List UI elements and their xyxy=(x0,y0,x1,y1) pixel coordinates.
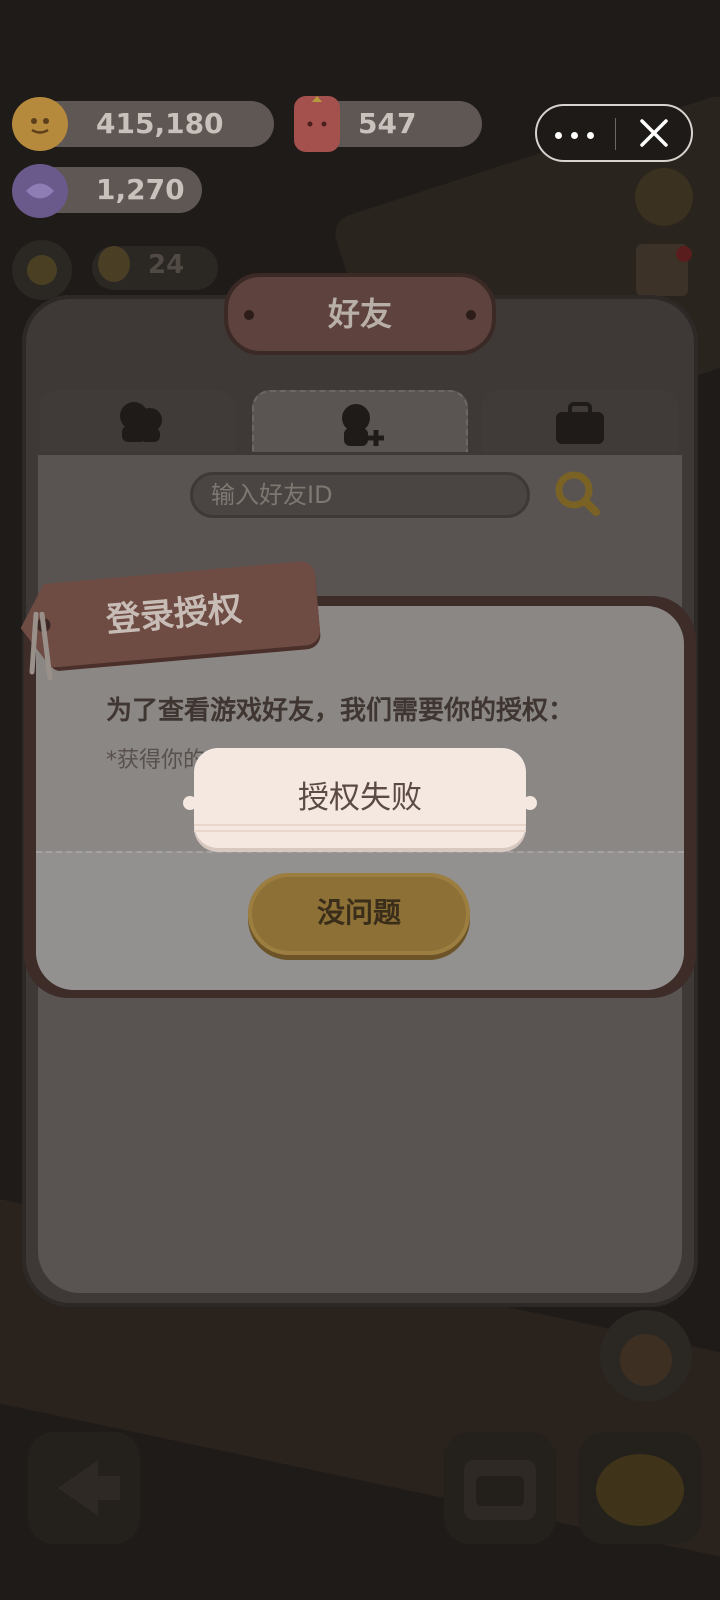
yellow-cookie-icon xyxy=(596,1454,684,1526)
login-dialog-submessage: *获得你的 xyxy=(106,748,206,773)
magnifier-icon[interactable] xyxy=(550,466,604,522)
login-dialog-message: 为了查看游戏好友，我们需要你的授权： xyxy=(106,696,575,726)
gem-candy-icon xyxy=(12,164,68,218)
add-friend-icon xyxy=(342,404,384,446)
duck-counter[interactable]: 24 xyxy=(92,246,218,290)
tab-friends-list[interactable] xyxy=(40,390,236,452)
notification-dot xyxy=(676,246,692,262)
cookie-button[interactable] xyxy=(578,1432,702,1544)
friend-id-placeholder: 输入好友ID xyxy=(211,481,333,509)
tag-string-icon xyxy=(29,612,53,681)
more-dots-icon[interactable] xyxy=(537,106,615,160)
oven-button[interactable] xyxy=(444,1432,556,1544)
system-capsule xyxy=(535,104,693,162)
tab-add-friend[interactable] xyxy=(252,390,468,452)
login-dialog-title: 登录授权 xyxy=(104,588,244,641)
character-avatar[interactable] xyxy=(600,1310,692,1402)
duck-value: 24 xyxy=(148,250,185,280)
gems-value: 1,270 xyxy=(96,173,185,206)
back-button[interactable] xyxy=(28,1432,140,1544)
jelly-candy-icon xyxy=(294,96,340,152)
briefcase-icon xyxy=(556,402,604,444)
character-face-icon xyxy=(620,1334,672,1386)
duck-icon xyxy=(98,246,130,282)
auth-failed-toast: 授权失败 xyxy=(194,748,526,848)
confirm-button-label: 没问题 xyxy=(316,896,401,929)
friend-id-input[interactable]: 输入好友ID xyxy=(190,472,530,518)
toast-message: 授权失败 xyxy=(298,780,422,816)
friends-panel-title: 好友 xyxy=(224,273,496,355)
confirm-button[interactable]: 没问题 xyxy=(248,873,470,955)
close-icon[interactable] xyxy=(616,106,693,160)
back-arrow-icon xyxy=(58,1460,120,1516)
friends-panel-title-text: 好友 xyxy=(327,295,392,333)
oven-icon xyxy=(464,1460,536,1520)
tab-inventory[interactable] xyxy=(482,390,678,452)
cookie-coin-icon xyxy=(12,97,68,151)
friends-icon xyxy=(120,402,162,442)
sun-badge-icon[interactable] xyxy=(12,240,72,300)
flower-settings-icon[interactable] xyxy=(635,168,693,226)
coins-value: 415,180 xyxy=(96,107,224,140)
candy-value: 547 xyxy=(358,107,417,140)
